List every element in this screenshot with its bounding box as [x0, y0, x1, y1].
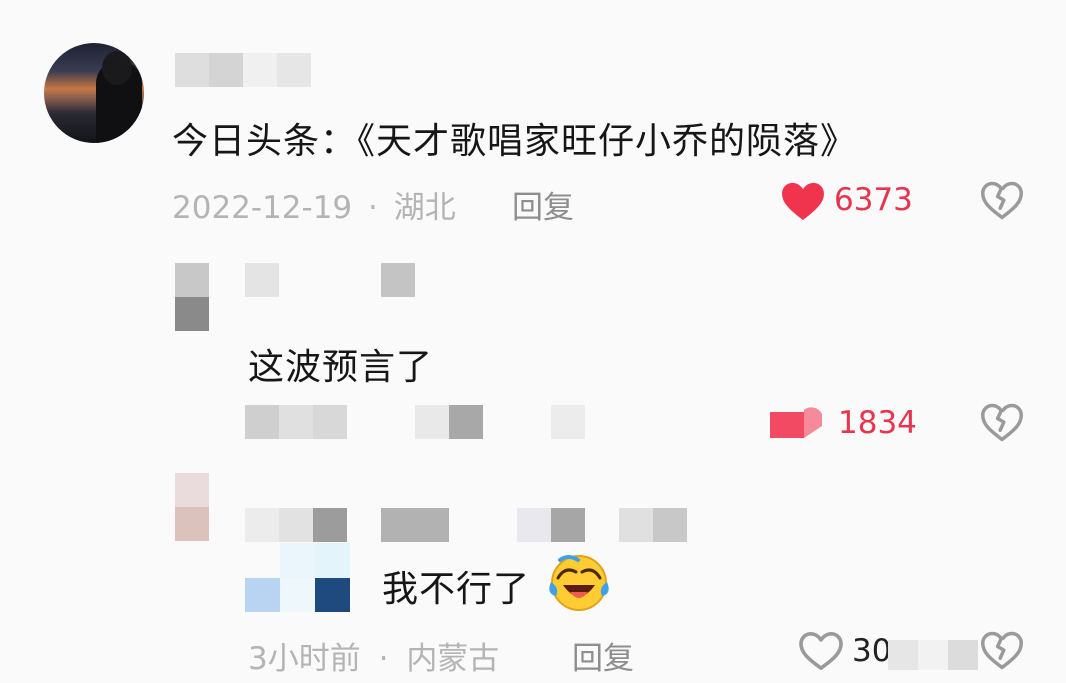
heart-icon — [799, 632, 843, 670]
comment-text: 今日头条：《天才歌唱家旺仔小乔的陨落》 — [172, 121, 858, 162]
user-badge-pixelated — [245, 543, 350, 612]
like-count: 1834 — [838, 405, 917, 441]
like-button[interactable] — [780, 181, 826, 221]
dislike-button[interactable] — [980, 402, 1024, 442]
laughing-crying-emoji — [548, 552, 610, 612]
comment-date: 2022-12-19 — [172, 190, 353, 226]
reply-button[interactable]: 回复 — [512, 182, 574, 227]
broken-heart-icon — [981, 181, 1023, 220]
reply-button[interactable]: 回复 — [572, 633, 634, 678]
avatar-head — [102, 51, 132, 85]
like-button[interactable] — [798, 631, 844, 671]
broken-heart-icon — [981, 403, 1023, 442]
username-pixelated[interactable] — [245, 263, 415, 297]
dislike-button[interactable] — [980, 180, 1024, 220]
meta-separator: · — [368, 190, 378, 226]
comment-time: 3小时前 — [248, 641, 361, 677]
comment-meta: 2022-12-19 · 湖北 — [172, 182, 456, 227]
watermark-pixelated — [888, 640, 978, 670]
comment-meta: 3小时前 · 内蒙古 — [248, 633, 499, 678]
username-pixelated[interactable] — [245, 508, 687, 542]
comment-meta-pixelated — [245, 405, 585, 439]
heart-icon — [770, 407, 822, 438]
broken-heart-icon — [981, 631, 1023, 670]
reply-avatar-pixelated[interactable] — [175, 473, 209, 541]
dislike-button[interactable] — [980, 630, 1024, 670]
like-count: 30 — [852, 633, 892, 669]
username-pixelated[interactable] — [175, 53, 311, 87]
comment-location: 内蒙古 — [406, 641, 500, 677]
commenter-avatar[interactable] — [44, 43, 144, 143]
reply-avatar-pixelated[interactable] — [175, 263, 209, 331]
comment-location: 湖北 — [393, 190, 456, 226]
meta-separator: · — [378, 641, 389, 677]
heart-icon — [782, 182, 824, 221]
like-button[interactable] — [770, 404, 822, 440]
comment-text: 这波预言了 — [248, 347, 434, 388]
comment-text: 我不行了 — [382, 569, 531, 610]
like-count: 6373 — [834, 182, 913, 218]
